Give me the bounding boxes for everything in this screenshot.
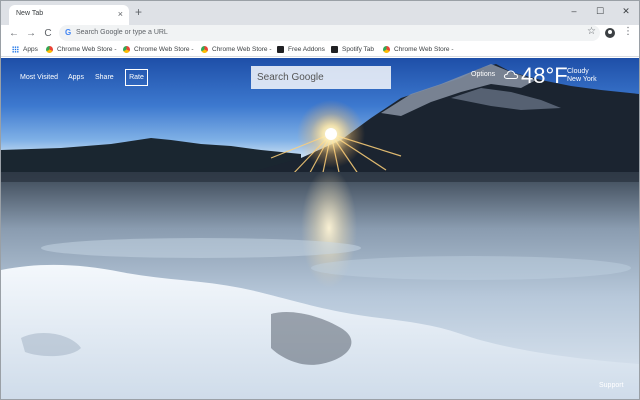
rate-button[interactable]: Rate bbox=[125, 69, 148, 86]
bookmark-label: Chrome Web Store - bbox=[212, 45, 272, 53]
minimize-button[interactable]: – bbox=[561, 1, 587, 21]
window-controls: – ☐ ✕ bbox=[561, 1, 639, 21]
apps-grid-icon bbox=[12, 45, 19, 53]
chrome-web-store-icon bbox=[201, 45, 208, 53]
chrome-web-store-icon bbox=[383, 45, 390, 53]
weather-condition: Cloudy bbox=[567, 68, 589, 75]
reload-button[interactable]: C bbox=[41, 26, 55, 40]
cloud-icon bbox=[503, 70, 519, 79]
bookmark-chrome-web-store-1[interactable]: Chrome Web Store - bbox=[46, 44, 116, 54]
weather-location: New York bbox=[567, 76, 597, 83]
new-tab-button[interactable]: + bbox=[135, 6, 142, 18]
bookmark-label: Chrome Web Store - bbox=[57, 45, 117, 53]
apps-link[interactable]: Apps bbox=[68, 74, 84, 81]
address-bar-placeholder: Search Google or type a URL bbox=[76, 29, 168, 36]
search-input[interactable] bbox=[251, 66, 391, 89]
tab-title: New Tab bbox=[16, 10, 44, 17]
share-link[interactable]: Share bbox=[95, 74, 114, 81]
bookmark-star-icon[interactable]: ☆ bbox=[587, 26, 596, 37]
tab-close-icon[interactable]: × bbox=[118, 9, 123, 19]
weather-temperature[interactable]: 48°F bbox=[521, 64, 568, 88]
bookmark-apps[interactable]: Apps bbox=[12, 44, 38, 54]
maximize-button[interactable]: ☐ bbox=[587, 1, 613, 21]
bookmark-spotify-tab[interactable]: Spotify Tab bbox=[331, 44, 374, 54]
address-bar[interactable]: G Search Google or type a URL ☆ bbox=[59, 25, 600, 41]
bookmarks-bar: Apps Chrome Web Store - Chrome Web Store… bbox=[1, 41, 639, 57]
bookmark-label: Spotify Tab bbox=[342, 45, 375, 53]
bookmark-label: Apps bbox=[23, 45, 38, 53]
toolbar: ← → C G Search Google or type a URL ☆ ⋮ bbox=[1, 25, 639, 41]
new-tab-page: Most Visited Apps Share Rate Options 48°… bbox=[1, 58, 639, 399]
forward-button[interactable]: → bbox=[24, 26, 38, 40]
chrome-web-store-icon bbox=[46, 45, 53, 53]
support-link[interactable]: Support bbox=[599, 382, 624, 389]
bookmark-chrome-web-store-3[interactable]: Chrome Web Store - bbox=[201, 44, 271, 54]
tab-new-tab[interactable]: New Tab × bbox=[9, 5, 129, 25]
bookmark-label: Chrome Web Store - bbox=[394, 45, 454, 53]
background-landscape-image bbox=[1, 64, 639, 399]
chrome-menu-icon[interactable]: ⋮ bbox=[623, 26, 633, 37]
free-addons-icon bbox=[277, 45, 284, 53]
profile-avatar-icon[interactable] bbox=[605, 28, 615, 38]
google-g-icon: G bbox=[65, 28, 72, 37]
options-link[interactable]: Options bbox=[471, 71, 495, 78]
spotify-tab-icon bbox=[331, 45, 338, 53]
bookmark-free-addons[interactable]: Free Addons bbox=[277, 44, 325, 54]
tab-strip: New Tab × + – ☐ ✕ bbox=[1, 1, 639, 25]
close-window-button[interactable]: ✕ bbox=[613, 1, 639, 21]
search-box bbox=[251, 66, 391, 89]
most-visited-link[interactable]: Most Visited bbox=[20, 74, 58, 81]
bookmark-chrome-web-store-2[interactable]: Chrome Web Store - bbox=[123, 44, 193, 54]
bookmark-label: Free Addons bbox=[288, 45, 325, 53]
chrome-web-store-icon bbox=[123, 45, 130, 53]
back-button[interactable]: ← bbox=[7, 26, 21, 40]
bookmark-chrome-web-store-4[interactable]: Chrome Web Store - bbox=[383, 44, 453, 54]
browser-window: New Tab × + – ☐ ✕ ← → C G Search Google … bbox=[0, 0, 640, 400]
bookmark-label: Chrome Web Store - bbox=[134, 45, 194, 53]
